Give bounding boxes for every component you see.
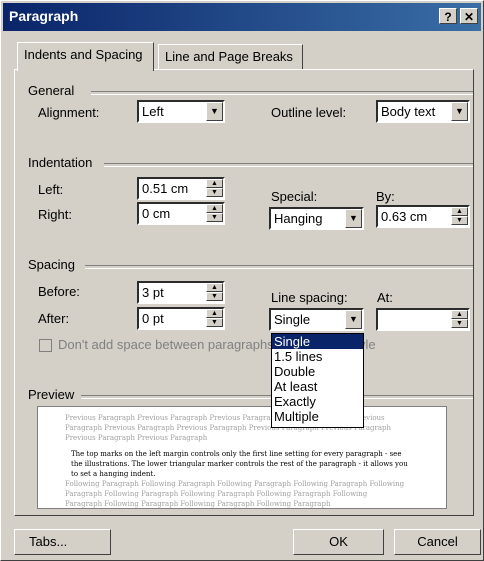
tabs-button[interactable]: Tabs... (14, 529, 111, 555)
spin-down-icon[interactable]: ▼ (206, 213, 223, 222)
close-button[interactable]: ✕ (460, 8, 478, 24)
alignment-label: Alignment: (38, 105, 100, 120)
right-indent-input[interactable]: 0 cm ▲ ▼ (137, 202, 225, 225)
preview-group-label: Preview (28, 387, 75, 402)
dont-add-space-checkbox[interactable] (39, 339, 52, 352)
spin-down-icon[interactable]: ▼ (206, 188, 223, 197)
ok-button[interactable]: OK (293, 529, 384, 555)
preview-following-paragraph: Following Paragraph Following Paragraph … (65, 480, 405, 508)
option-exactly[interactable]: Exactly (272, 394, 363, 409)
by-label: By: (376, 189, 395, 204)
left-indent-value: 0.51 cm (142, 181, 189, 196)
paragraph-dialog: Paragraph ? ✕ Indents and Spacing Line a… (0, 0, 484, 561)
by-value: 0.63 cm (381, 209, 428, 224)
left-indent-label: Left: (38, 182, 64, 197)
chevron-down-icon[interactable]: ▼ (345, 310, 362, 329)
tab-breaks-label: Line and Page Breaks (165, 49, 293, 64)
at-label: At: (377, 290, 393, 305)
outline-level-value: Body text (381, 104, 436, 119)
spin-down-icon[interactable]: ▼ (206, 292, 223, 301)
line-spacing-label: Line spacing: (271, 290, 348, 305)
option-1-5-lines[interactable]: 1.5 lines (272, 349, 363, 364)
outline-level-label: Outline level: (271, 105, 347, 120)
after-label: After: (38, 311, 70, 326)
spacing-group-label: Spacing (28, 257, 75, 272)
alignment-select[interactable]: Left ▼ (137, 100, 225, 123)
spin-up-icon[interactable]: ▲ (206, 204, 223, 213)
tab-line-and-page-breaks[interactable]: Line and Page Breaks (158, 44, 303, 70)
outline-level-select[interactable]: Body text ▼ (376, 100, 470, 123)
spin-down-icon[interactable]: ▼ (451, 319, 468, 328)
after-input[interactable]: 0 pt ▲ ▼ (137, 307, 225, 330)
preview-box: Previous Paragraph Previous Paragraph Pr… (37, 406, 447, 509)
option-single[interactable]: Single (272, 334, 363, 349)
right-indent-value: 0 cm (142, 206, 171, 221)
indentation-divider (104, 163, 473, 167)
chevron-down-icon[interactable]: ▼ (345, 209, 362, 228)
window-title: Paragraph (9, 8, 79, 24)
spin-up-icon[interactable]: ▲ (451, 207, 468, 216)
option-double[interactable]: Double (272, 364, 363, 379)
by-input[interactable]: 0.63 cm ▲ ▼ (376, 205, 470, 228)
general-divider (91, 91, 473, 95)
special-select[interactable]: Hanging ▼ (269, 207, 364, 230)
tab-indents-label: Indents and Spacing (24, 47, 143, 62)
line-spacing-select[interactable]: Single ▼ (269, 308, 364, 331)
spin-up-icon[interactable]: ▲ (206, 283, 223, 292)
at-input[interactable]: ▲ ▼ (376, 308, 470, 331)
spin-up-icon[interactable]: ▲ (206, 309, 223, 318)
after-value: 0 pt (142, 311, 164, 326)
spin-up-icon[interactable]: ▲ (206, 179, 223, 188)
before-value: 3 pt (142, 285, 164, 300)
tab-indents-and-spacing[interactable]: Indents and Spacing (17, 42, 154, 71)
special-value: Hanging (274, 211, 323, 226)
before-input[interactable]: 3 pt ▲ ▼ (137, 281, 225, 304)
alignment-value: Left (142, 104, 164, 119)
chevron-down-icon[interactable]: ▼ (451, 102, 468, 121)
line-spacing-dropdown-list: Single 1.5 lines Double At least Exactly… (271, 333, 364, 428)
before-label: Before: (38, 284, 80, 299)
spacing-divider (85, 265, 473, 269)
title-bar: Paragraph ? ✕ (3, 3, 481, 31)
left-indent-input[interactable]: 0.51 cm ▲ ▼ (137, 177, 225, 200)
general-group-label: General (28, 83, 75, 98)
option-at-least[interactable]: At least (272, 379, 363, 394)
cancel-button[interactable]: Cancel (394, 529, 481, 555)
spin-down-icon[interactable]: ▼ (206, 318, 223, 327)
preview-main-paragraph: The top marks on the left margin control… (71, 450, 408, 478)
special-label: Special: (271, 189, 318, 204)
right-indent-label: Right: (38, 207, 72, 222)
help-button[interactable]: ? (439, 8, 457, 24)
line-spacing-value: Single (274, 312, 311, 327)
chevron-down-icon[interactable]: ▼ (206, 102, 223, 121)
indentation-group-label: Indentation (28, 155, 93, 170)
spin-down-icon[interactable]: ▼ (451, 216, 468, 225)
option-multiple[interactable]: Multiple (272, 409, 363, 424)
spin-up-icon[interactable]: ▲ (451, 310, 468, 319)
